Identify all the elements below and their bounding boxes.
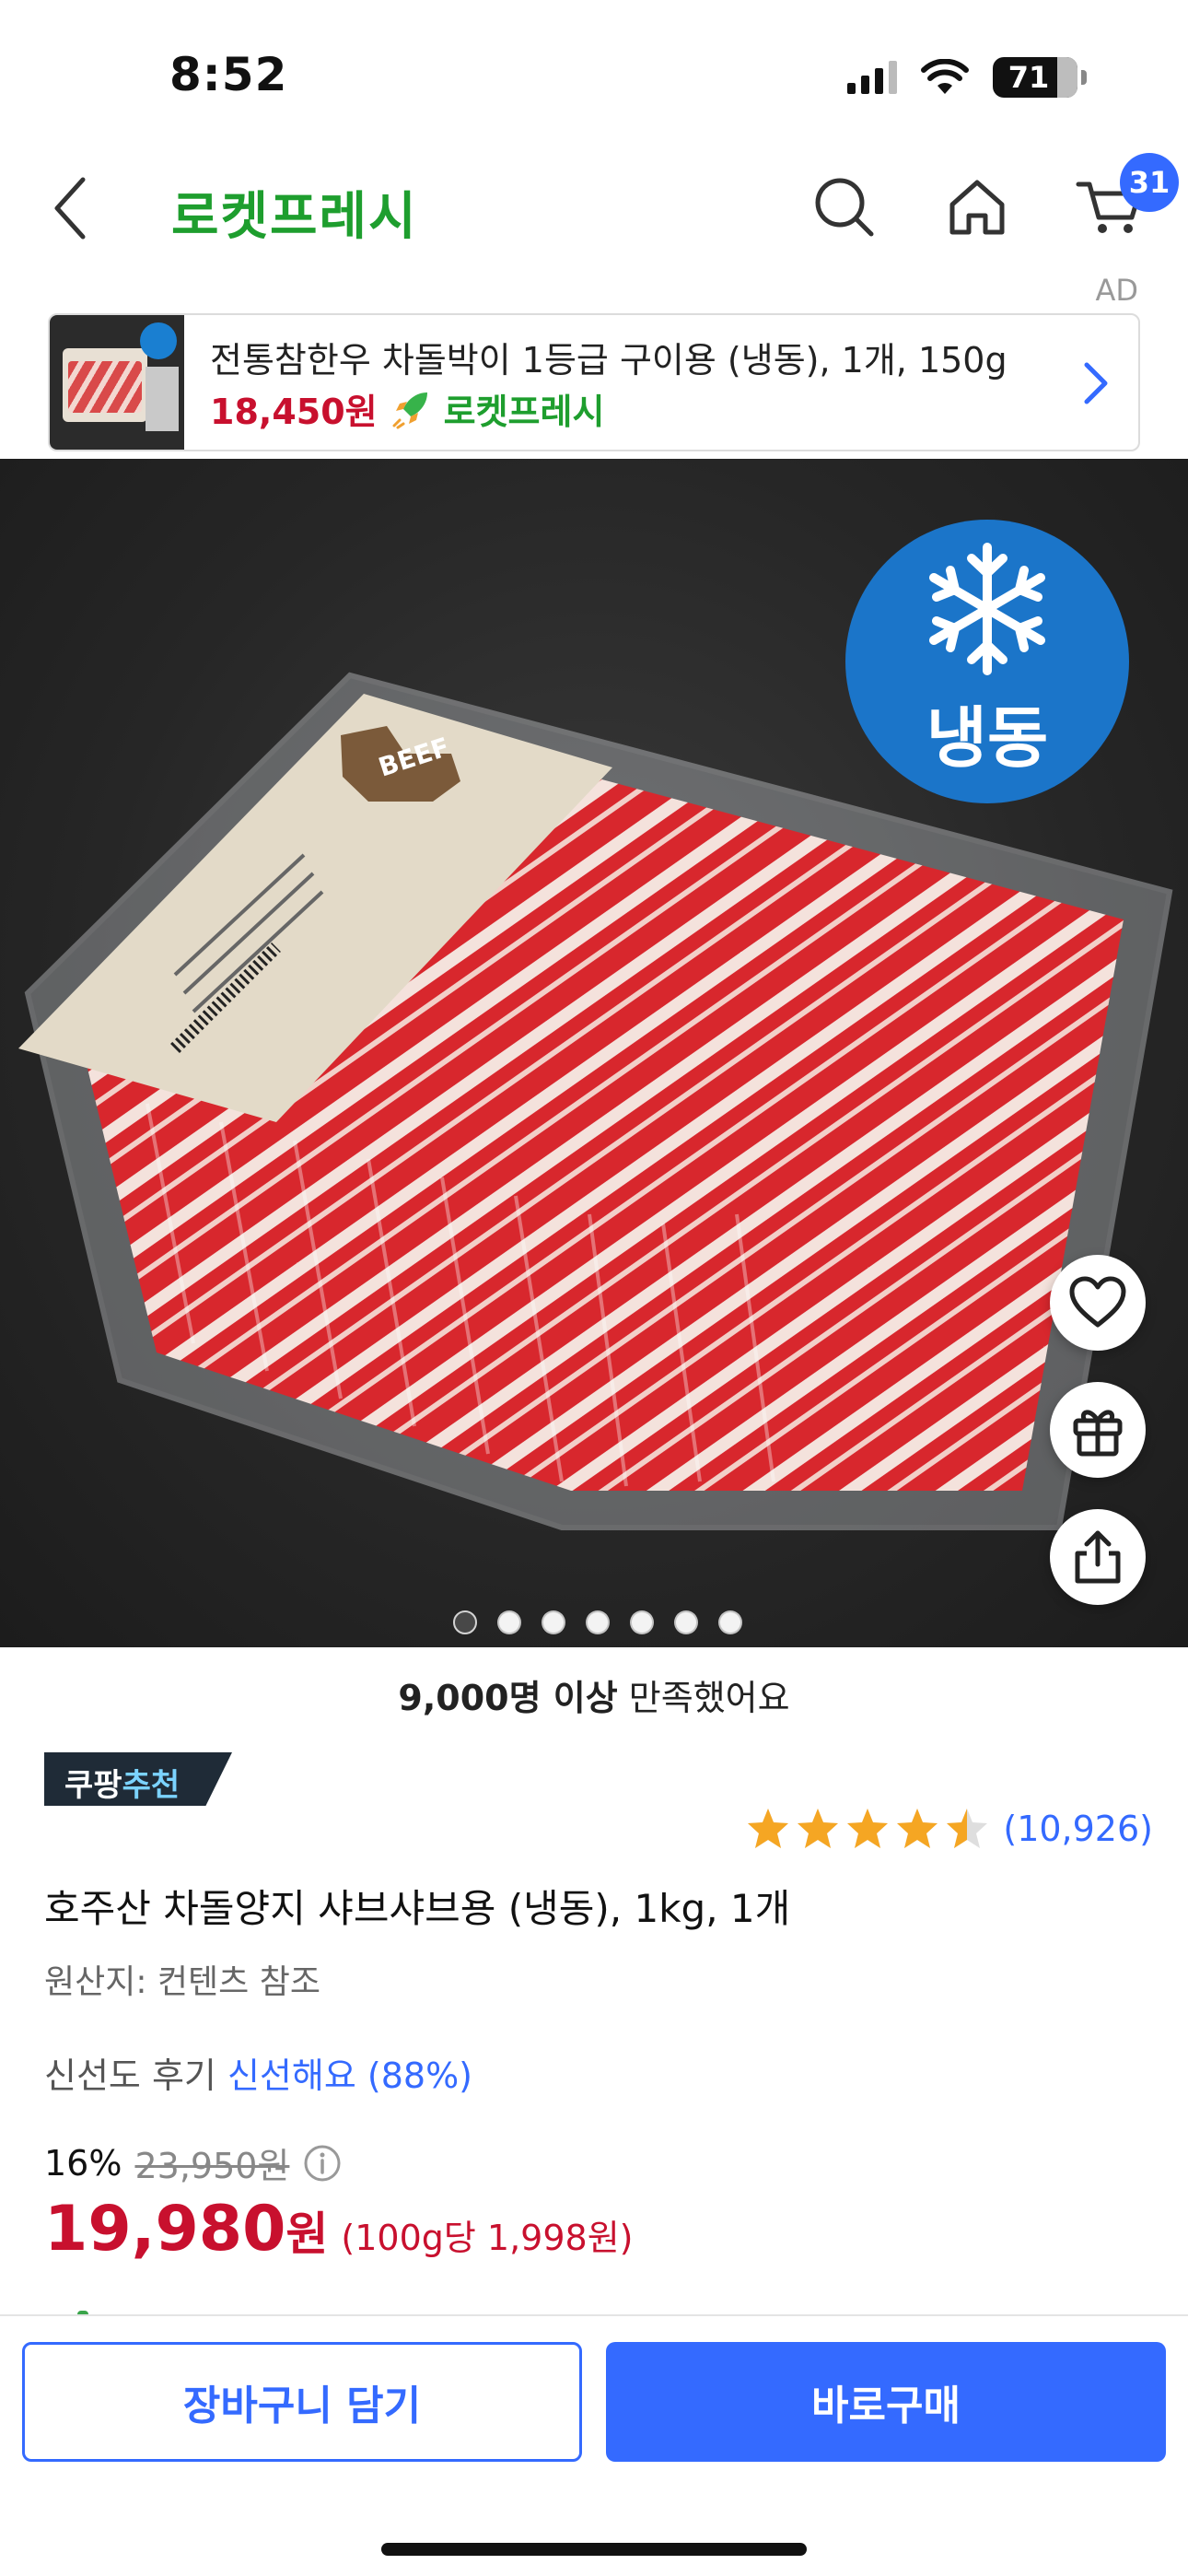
chevron-left-icon	[54, 177, 86, 240]
satisfaction-suffix: 만족했어요	[617, 1678, 790, 1718]
status-time: 8:52	[169, 48, 288, 101]
carousel-dot[interactable]	[586, 1610, 610, 1634]
status-bar: 8:52 71	[0, 0, 1188, 138]
sale-price-unit: 원	[285, 2207, 329, 2261]
sale-price: 19,980원	[44, 2193, 328, 2266]
ad-price: 18,450원	[210, 392, 378, 432]
frozen-badge: 냉동	[845, 520, 1129, 803]
carousel-pagination[interactable]	[0, 1610, 1188, 1634]
freshness-value: 신선해요 (88%)	[227, 2055, 472, 2096]
back-button[interactable]	[33, 171, 107, 245]
status-icons: 71	[847, 57, 1087, 98]
ad-product-thumbnail	[50, 315, 184, 450]
cellular-signal-icon	[847, 61, 897, 94]
star-icon	[897, 1809, 938, 1848]
star-rating	[745, 1806, 990, 1852]
ad-label: AD	[1095, 273, 1138, 308]
share-icon	[1075, 1530, 1121, 1584]
star-icon	[748, 1809, 789, 1848]
product-name: 호주산 차돌양지 샤브샤브용 (냉동), 1kg, 1개	[44, 1886, 791, 1931]
product-image-carousel[interactable]: BEEF 냉동	[0, 459, 1188, 1647]
share-button[interactable]	[1050, 1509, 1146, 1605]
favorite-button[interactable]	[1050, 1255, 1146, 1351]
discount-row: 16% 23,950원	[44, 2137, 343, 2188]
star-icon	[847, 1809, 889, 1848]
review-count[interactable]: (10,926)	[1003, 1809, 1153, 1849]
bottom-action-bar: 장바구니 담기 바로구매	[0, 2314, 1188, 2576]
chevron-right-icon	[1084, 362, 1108, 404]
home-indicator[interactable]	[381, 2543, 807, 2556]
sale-price-value: 19,980	[44, 2193, 286, 2266]
carousel-dot[interactable]	[497, 1610, 521, 1634]
info-icon[interactable]	[302, 2143, 343, 2184]
battery-icon: 71	[993, 57, 1087, 98]
carousel-dot[interactable]	[453, 1610, 477, 1634]
satisfaction-text: 9,000명 이상 만족했어요	[0, 1669, 1188, 1720]
carousel-dot[interactable]	[674, 1610, 698, 1634]
nav-header: 로켓프레시	[0, 138, 1188, 276]
home-icon	[949, 180, 1005, 235]
heart-icon	[1069, 1276, 1126, 1328]
price-row: 19,980원 (100g당 1,998원)	[44, 2193, 634, 2266]
cart-count-badge: 31	[1120, 153, 1179, 212]
search-icon	[815, 178, 874, 237]
ad-price-row: 18,450원 로켓프레시	[210, 383, 604, 434]
original-price: 23,950원	[134, 2146, 290, 2186]
freshness-review[interactable]: 신선도 후기 신선해요 (88%)	[44, 2047, 472, 2098]
satisfaction-count: 9,000명 이상	[398, 1678, 618, 1718]
battery-level: 71	[1007, 60, 1050, 95]
frozen-label: 냉동	[926, 699, 1049, 777]
rocket-icon	[392, 392, 427, 428]
freshness-label: 신선도 후기	[44, 2055, 227, 2096]
star-icon	[798, 1809, 839, 1848]
search-button[interactable]	[803, 166, 886, 249]
add-to-cart-button[interactable]: 장바구니 담기	[22, 2342, 582, 2462]
gift-icon	[1073, 1410, 1123, 1457]
page-title: 로켓프레시	[171, 187, 418, 247]
buy-now-button[interactable]: 바로구매	[606, 2342, 1166, 2462]
ad-brand: 로켓프레시	[443, 392, 605, 432]
home-button[interactable]	[936, 166, 1019, 249]
origin-text: 원산지: 컨텐츠 참조	[44, 1963, 320, 2001]
star-icon	[947, 1809, 988, 1848]
coupang-recommend-badge: 쿠팡추천	[44, 1752, 232, 1806]
wifi-icon	[921, 59, 969, 94]
ad-banner[interactable]: 전통참한우 차돌박이 1등급 구이용 (냉동), 1개, 150g 18,450…	[48, 313, 1140, 451]
recommend-accent: 추천	[122, 1767, 181, 1804]
gift-button[interactable]	[1050, 1382, 1146, 1478]
unit-price: (100g당 1,998원)	[341, 2218, 634, 2258]
ad-title: 전통참한우 차돌박이 1등급 구이용 (냉동), 1개, 150g	[210, 340, 1007, 381]
snowflake-icon	[929, 543, 1045, 675]
discount-rate: 16%	[44, 2142, 122, 2184]
carousel-dot[interactable]	[542, 1610, 565, 1634]
rating[interactable]: (10,926)	[745, 1806, 1153, 1852]
carousel-dot[interactable]	[630, 1610, 654, 1634]
carousel-dot[interactable]	[718, 1610, 742, 1634]
recommend-prefix: 쿠팡	[64, 1767, 122, 1804]
